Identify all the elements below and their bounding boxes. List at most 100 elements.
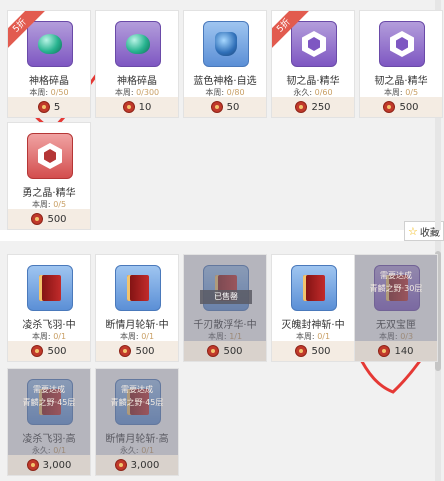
limit-period: 本周:: [295, 332, 315, 341]
panel-gap: [0, 230, 444, 241]
item-name: 断情月轮斩·中: [105, 320, 169, 331]
currency-coin-icon: [37, 101, 50, 113]
item-name: 蓝色神格·自选: [193, 76, 257, 87]
item-icon-frame: [115, 265, 161, 311]
price-button[interactable]: 50: [184, 97, 266, 117]
star-icon: ☆: [408, 224, 418, 238]
currency-coin-icon: [26, 459, 39, 471]
limit-value: 0/50: [50, 88, 69, 97]
locked-overlay: [8, 369, 90, 455]
shop-item-card[interactable]: 韧之晶·精华 本周: 0/5 500: [359, 10, 443, 118]
locked-overlay: [96, 369, 178, 455]
currency-coin-icon: [114, 459, 127, 471]
item-name: 凌杀飞羽·中: [22, 320, 76, 331]
currency-coin-icon: [31, 213, 44, 225]
limit-value: 0/60: [314, 88, 333, 97]
item-icon-frame: [203, 21, 249, 67]
price-button[interactable]: 250: [272, 97, 354, 117]
sold-out-tag: 已售罄: [200, 290, 252, 304]
red-book-icon: [303, 275, 325, 301]
shop-item-card[interactable]: 凌杀飞羽·中 本周: 0/1 500: [7, 254, 91, 362]
shop-item-card[interactable]: 韧之晶·精华 永久: 0/60 250 5折: [271, 10, 355, 118]
limit-value: 0/5: [53, 200, 67, 209]
limit-value: 0/1: [317, 332, 331, 341]
price-value: 3,000: [130, 459, 160, 471]
price-value: 500: [311, 345, 331, 357]
shop-item-card[interactable]: 神格碎晶 本周: 0/50 5 5折: [7, 10, 91, 118]
item-name: 神格碎晶: [117, 76, 157, 87]
limit-period: 本周:: [205, 88, 225, 97]
shop-item-card[interactable]: 千刃散浮华·中本周: 1/1500已售罄: [183, 254, 267, 362]
shop-item-card[interactable]: 凌杀飞羽·高永久: 0/13,000需要达成 青麟之野·45层: [7, 368, 91, 476]
price-value: 250: [311, 101, 331, 113]
item-icon-frame: [115, 21, 161, 67]
shop-item-card[interactable]: 无双宝匣本周: 0/3140需要达成 青麟之野·30层: [354, 254, 438, 362]
price-button[interactable]: 3,000: [96, 455, 178, 475]
currency-coin-icon: [383, 101, 396, 113]
item-icon-frame: [27, 133, 73, 179]
unlock-requirement: 需要达成 青麟之野·45层: [22, 385, 76, 407]
item-icon-frame: [379, 21, 425, 67]
shop-item-card[interactable]: 断情月轮斩·高永久: 0/13,000需要达成 青麟之野·45层: [95, 368, 179, 476]
price-button[interactable]: 10: [96, 97, 178, 117]
limit-period: 永久:: [293, 88, 313, 97]
item-icon-frame: [291, 21, 337, 67]
price-button[interactable]: 500: [96, 341, 178, 361]
limit-period: 本周:: [31, 200, 51, 209]
price-button[interactable]: 140: [355, 341, 437, 361]
purple-crystal-icon: [390, 31, 414, 57]
price-button[interactable]: 500: [360, 97, 442, 117]
item-icon-frame: [27, 21, 73, 67]
currency-coin-icon: [119, 345, 132, 357]
price-value: 500: [223, 345, 243, 357]
price-button[interactable]: 500: [272, 341, 354, 361]
locked-overlay: [355, 255, 437, 341]
price-button[interactable]: 3,000: [8, 455, 90, 475]
shop-item-card[interactable]: 蓝色神格·自选 本周: 0/80 50: [183, 10, 267, 118]
shop-item-card[interactable]: 灭魄封神斩·中 本周: 0/1 500: [271, 254, 355, 362]
limit-value: 0/5: [405, 88, 419, 97]
price-value: 5: [53, 101, 61, 113]
item-name: 韧之晶·精华: [374, 76, 428, 87]
item-icon-frame: [291, 265, 337, 311]
shop-item-card[interactable]: 勇之晶·精华 本周: 0/5 500: [7, 122, 91, 230]
red-book-icon: [127, 275, 149, 301]
price-value: 500: [135, 345, 155, 357]
currency-coin-icon: [295, 345, 308, 357]
limit-value: 0/80: [226, 88, 245, 97]
jade-crystal-icon: [126, 34, 150, 54]
price-button[interactable]: 5: [8, 97, 90, 117]
currency-coin-icon: [210, 101, 223, 113]
shop-item-card[interactable]: 断情月轮斩·中 本周: 0/1 500: [95, 254, 179, 362]
limit-period: 本周:: [29, 88, 49, 97]
price-button[interactable]: 500: [8, 341, 90, 361]
unlock-requirement: 需要达成 青麟之野·45层: [110, 385, 164, 407]
price-value: 500: [399, 101, 419, 113]
item-name: 神格碎晶: [29, 76, 69, 87]
jade-crystal-icon: [38, 34, 62, 54]
limit-period: 本周:: [383, 88, 403, 97]
limit-value: 0/300: [136, 88, 160, 97]
red-book-icon: [39, 275, 61, 301]
price-value: 500: [47, 345, 67, 357]
price-button[interactable]: 500: [184, 341, 266, 361]
item-icon-frame: [27, 265, 73, 311]
shop-item-card[interactable]: 神格碎晶 本周: 0/300 10: [95, 10, 179, 118]
price-value: 50: [226, 101, 240, 113]
currency-coin-icon: [378, 345, 391, 357]
price-value: 500: [47, 213, 67, 225]
item-name: 灭魄封神斩·中: [281, 320, 345, 331]
price-button[interactable]: 500: [8, 209, 90, 229]
limit-period: 本周:: [119, 332, 139, 341]
unlock-requirement: 需要达成 青麟之野·30层: [369, 271, 423, 293]
limit-value: 0/1: [141, 332, 155, 341]
item-name: 勇之晶·精华: [22, 188, 76, 199]
blue-bag-icon: [215, 32, 237, 56]
item-name: 韧之晶·精华: [286, 76, 340, 87]
purple-crystal-icon: [302, 31, 326, 57]
currency-coin-icon: [122, 101, 135, 113]
currency-coin-icon: [295, 101, 308, 113]
currency-coin-icon: [31, 345, 44, 357]
currency-coin-icon: [207, 345, 220, 357]
price-value: 3,000: [42, 459, 72, 471]
